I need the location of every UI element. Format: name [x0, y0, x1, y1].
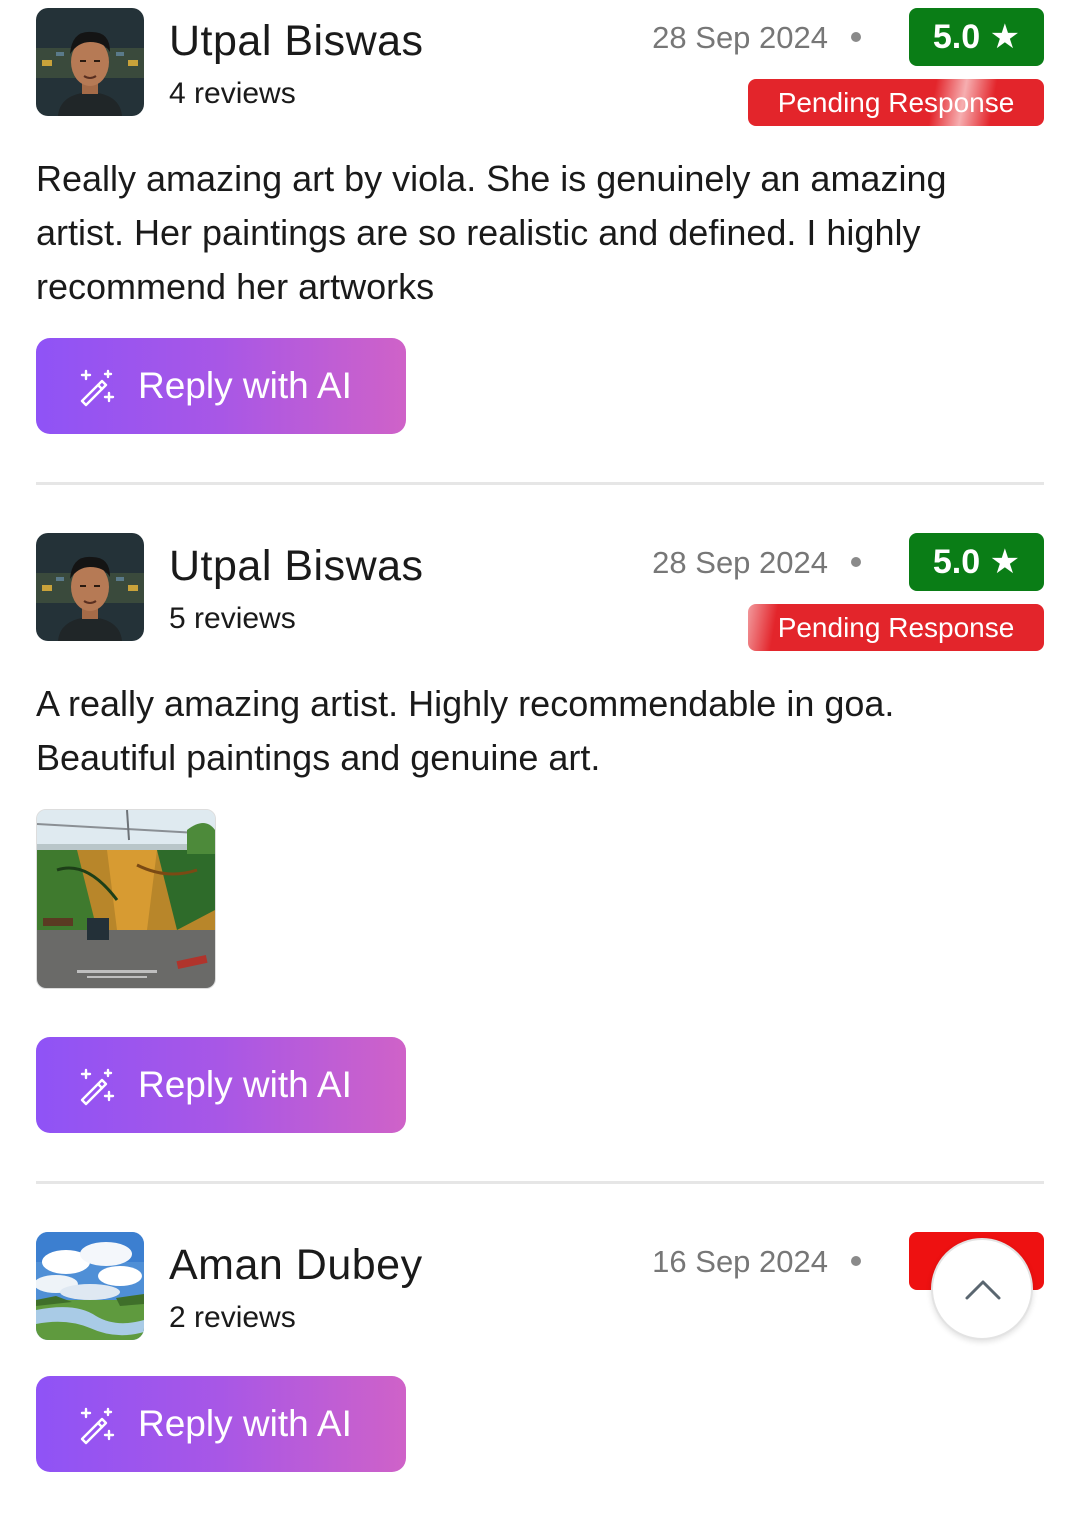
- reviewer-avatar[interactable]: [36, 1232, 144, 1340]
- separator-dot: [851, 32, 861, 42]
- divider: [36, 1181, 1044, 1184]
- scroll-to-top-button[interactable]: [931, 1238, 1033, 1340]
- chevron-up-icon: [965, 1280, 1001, 1300]
- review-count: 2 reviews: [169, 1301, 296, 1334]
- reviewer-name: Utpal Biswas: [169, 542, 424, 590]
- person-photo: [36, 8, 144, 116]
- status-badge: Pending Response: [748, 604, 1044, 651]
- reviewer-name: Aman Dubey: [169, 1241, 423, 1289]
- reply-button-label: Reply with AI: [138, 365, 352, 406]
- review-count: 5 reviews: [169, 602, 296, 635]
- review-count: 4 reviews: [169, 77, 296, 110]
- mural-leaf-painting: [37, 810, 215, 988]
- separator-dot: [851, 1256, 861, 1266]
- reply-with-ai-button[interactable]: Reply with AI: [36, 1376, 406, 1472]
- reply-with-ai-button[interactable]: Reply with AI: [36, 338, 406, 434]
- review-text: Really amazing art by viola. She is genu…: [36, 158, 947, 307]
- review-date: 28 Sep 2024: [652, 545, 828, 580]
- divider: [36, 482, 1044, 485]
- review-card: Aman Dubey 2 reviews 16 Sep 2024 1 Reply…: [36, 1232, 1044, 1482]
- review-photo[interactable]: [36, 809, 216, 989]
- reply-button-label: Reply with AI: [138, 1403, 352, 1444]
- review-text: A really amazing artist. Highly recommen…: [36, 683, 895, 778]
- landscape-photo: [36, 1232, 144, 1340]
- magic-wand-icon: [80, 369, 115, 407]
- review-date: 16 Sep 2024: [652, 1244, 828, 1279]
- reviewer-avatar[interactable]: [36, 8, 144, 116]
- reviewer-avatar[interactable]: [36, 533, 144, 641]
- review-card: Utpal Biswas 4 reviews 28 Sep 2024 5.0 ★…: [36, 8, 1044, 438]
- rating-badge: 5.0 ★: [909, 8, 1044, 66]
- magic-wand-icon: [80, 1068, 115, 1106]
- separator-dot: [851, 557, 861, 567]
- review-card: Utpal Biswas 5 reviews 28 Sep 2024 5.0 ★…: [36, 533, 1044, 1133]
- reply-with-ai-button[interactable]: Reply with AI: [36, 1037, 406, 1133]
- status-badge: Pending Response: [748, 79, 1044, 126]
- magic-wand-icon: [80, 1407, 115, 1445]
- review-date: 28 Sep 2024: [652, 20, 828, 55]
- reply-button-label: Reply with AI: [138, 1064, 352, 1105]
- reviewer-name: Utpal Biswas: [169, 17, 424, 65]
- rating-badge: 5.0 ★: [909, 533, 1044, 591]
- person-photo: [36, 533, 144, 641]
